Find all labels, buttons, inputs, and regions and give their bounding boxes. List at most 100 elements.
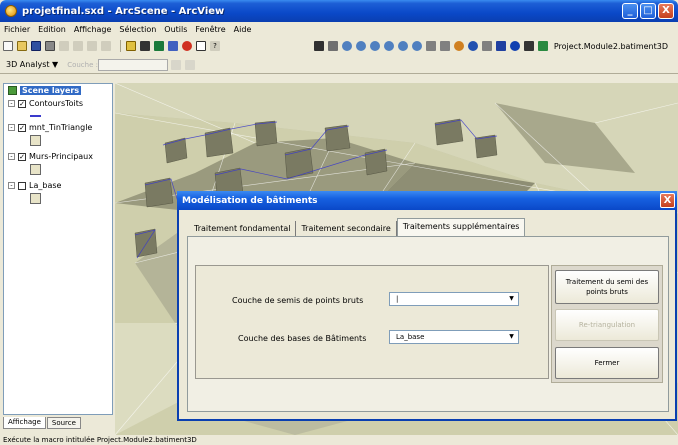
model-builder-icon[interactable] [182, 41, 192, 51]
close-window-button[interactable]: X [658, 3, 674, 19]
layer-name: Murs-Principaux [29, 152, 93, 161]
open-folder-icon[interactable] [17, 41, 27, 51]
menu-edition[interactable]: Edition [38, 25, 66, 34]
print-icon[interactable] [45, 41, 55, 51]
dialog-close-button[interactable]: X [660, 193, 675, 208]
add-data-icon[interactable] [126, 41, 136, 51]
layer-name: ContoursToits [29, 99, 84, 108]
building-modeling-dialog: Modélisation de bâtiments X Traitement f… [177, 191, 677, 421]
new-document-icon[interactable] [3, 41, 13, 51]
tab-traitement-secondaire[interactable]: Traitement secondaire [296, 221, 397, 236]
layer-name: mnt_TinTriangle [29, 123, 93, 132]
toc-layer-la-base[interactable]: - La_base [8, 181, 61, 190]
zoom-in-icon[interactable] [341, 41, 352, 51]
collapse-icon[interactable]: - [8, 124, 15, 131]
select-arrow-icon[interactable] [495, 41, 506, 51]
grid2-icon[interactable] [439, 41, 450, 51]
action-buttons-panel: Traitement du semi des points bruts Re-t… [551, 265, 663, 383]
find-icon[interactable] [523, 41, 534, 51]
tab-source[interactable]: Source [46, 417, 81, 429]
fill-symbol-swatch[interactable] [30, 135, 41, 146]
layer-checkbox[interactable] [18, 181, 26, 190]
rotate-icon[interactable] [453, 41, 464, 51]
raw-points-combo[interactable]: | ▼ [389, 292, 519, 306]
navigate-icon[interactable] [313, 41, 324, 51]
zoom-layer-icon[interactable] [397, 41, 408, 51]
menu-selection[interactable]: Sélection [119, 25, 156, 34]
layers-icon [8, 86, 17, 95]
globe-icon[interactable] [467, 41, 478, 51]
cut-icon[interactable] [59, 41, 69, 51]
dialog-tabs: Traitement fondamental Traitement second… [189, 218, 526, 236]
layer-combo[interactable] [98, 58, 168, 71]
macro-icon[interactable] [537, 41, 548, 51]
collapse-icon[interactable]: - [8, 100, 15, 107]
menu-outils[interactable]: Outils [164, 25, 187, 34]
fly-icon[interactable] [327, 41, 338, 51]
menu-aide[interactable]: Aide [234, 25, 252, 34]
dialog-title: Modélisation de bâtiments [182, 195, 318, 206]
menu-fichier[interactable]: Fichier [4, 25, 30, 34]
grid-tool-icon[interactable] [171, 59, 181, 70]
toc-tabs: Affichage Source [3, 417, 82, 429]
maximize-button[interactable]: □ [640, 3, 656, 19]
tab-traitements-supplementaires[interactable]: Traitements supplémentaires [396, 218, 526, 236]
raw-points-label: Couche de semis de points bruts [232, 296, 364, 305]
copy-icon[interactable] [73, 41, 83, 51]
grid-icon[interactable] [425, 41, 436, 51]
toc-icon[interactable] [168, 41, 178, 51]
window-controls: _ □ X [622, 3, 674, 19]
arcscene-app-icon[interactable] [5, 5, 17, 17]
table-of-contents: Scene layers - ✓ ContoursToits - ✓ mnt_T… [3, 83, 113, 415]
line-symbol-swatch[interactable] [30, 110, 41, 121]
identify-icon[interactable] [509, 41, 520, 51]
save-icon[interactable] [31, 41, 41, 51]
window-icon[interactable] [196, 41, 206, 51]
help-pointer-icon[interactable]: ? [210, 41, 220, 51]
window-title: projetfinal.sxd - ArcScene - ArcView [22, 5, 225, 17]
dialog-title-bar[interactable]: Modélisation de bâtiments X [177, 191, 677, 210]
layer-checkbox[interactable]: ✓ [18, 99, 26, 108]
close-button[interactable]: Fermer [555, 347, 659, 379]
process-raw-points-button[interactable]: Traitement du semi des points bruts [555, 270, 659, 304]
set-observer-icon[interactable] [383, 41, 394, 51]
delete-icon[interactable] [101, 41, 111, 51]
toolbar-separator [120, 40, 121, 52]
raw-points-value: | [396, 295, 399, 303]
contour-tool-icon[interactable] [185, 59, 195, 70]
minimize-button[interactable]: _ [622, 3, 638, 19]
zoom-extent-icon[interactable] [411, 41, 422, 51]
toc-layer-murs-principaux[interactable]: - ✓ Murs-Principaux [8, 152, 93, 161]
zoom-target-icon[interactable] [369, 41, 380, 51]
3d-analyst-toolbar: 3D Analyst ▼ Couche : [0, 56, 678, 74]
collapse-icon[interactable]: - [8, 153, 15, 160]
3d-analyst-dropdown[interactable]: 3D Analyst ▼ [3, 59, 61, 70]
building-bases-combo[interactable]: La_base ▼ [389, 330, 519, 344]
tab-display[interactable]: Affichage [3, 417, 46, 429]
tab-panel: Couche de semis de points bruts | ▼ Couc… [187, 236, 669, 412]
full-extent-icon[interactable] [140, 41, 150, 51]
layer-properties-icon[interactable] [154, 41, 164, 51]
menu-fenetre[interactable]: Fenêtre [195, 25, 225, 34]
paste-icon[interactable] [87, 41, 97, 51]
collapse-icon[interactable]: - [8, 182, 15, 189]
chevron-down-icon[interactable]: ▼ [506, 294, 517, 304]
layer-checkbox[interactable]: ✓ [18, 152, 26, 161]
standard-toolbar: ? Project.Module2.batiment3D [0, 37, 678, 55]
fill-symbol-swatch[interactable] [30, 164, 41, 175]
building-bases-label: Couche des bases de Bâtiments [238, 334, 367, 343]
input-group: Couche de semis de points bruts | ▼ Couc… [195, 265, 549, 379]
retriangulation-button[interactable]: Re-triangulation [555, 309, 659, 341]
menu-affichage[interactable]: Affichage [74, 25, 112, 34]
chart-icon[interactable] [481, 41, 492, 51]
toc-layer-mnt-tintriangle[interactable]: - ✓ mnt_TinTriangle [8, 123, 92, 132]
zoom-out-icon[interactable] [355, 41, 366, 51]
tab-traitement-fondamental[interactable]: Traitement fondamental [189, 221, 297, 236]
scene-layers-label: Scene layers [20, 86, 82, 95]
fill-symbol-swatch[interactable] [30, 193, 41, 204]
status-bar: Exécute la macro intitulée Project.Modul… [0, 435, 678, 445]
toc-root[interactable]: Scene layers [8, 86, 82, 95]
layer-checkbox[interactable]: ✓ [18, 123, 26, 132]
toc-layer-contourstoits[interactable]: - ✓ ContoursToits [8, 99, 83, 108]
chevron-down-icon[interactable]: ▼ [506, 332, 517, 342]
